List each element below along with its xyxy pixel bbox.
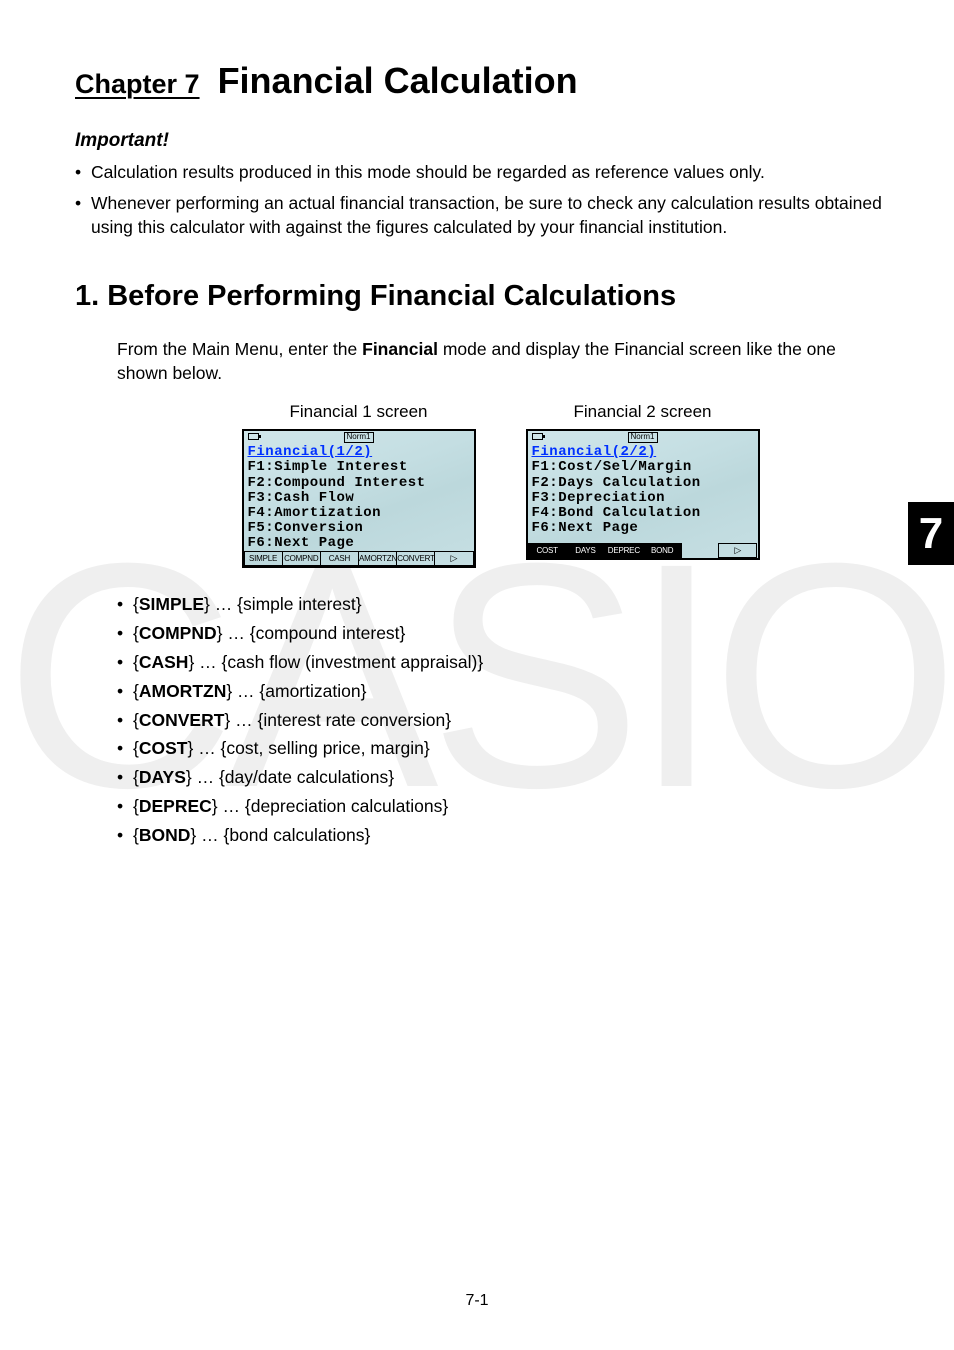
- section-heading: 1. Before Performing Financial Calculati…: [75, 280, 884, 313]
- lcd-line: F6:Next Page: [248, 536, 470, 551]
- list-item: Whenever performing an actual financial …: [75, 191, 884, 240]
- list-item: {AMORTZN} … {amortization}: [117, 677, 884, 706]
- fkey-tab: DAYS: [566, 543, 605, 558]
- fkey-tab: DEPREC: [604, 543, 643, 558]
- screen-caption: Financial 1 screen: [242, 400, 476, 424]
- lcd-line: F2:Days Calculation: [532, 476, 754, 491]
- list-item: {COMPND} … {compound interest}: [117, 619, 884, 648]
- lcd-screen-1: Norm1 Financial(1/2) F1:Simple Interest …: [242, 429, 476, 568]
- fkey-arrow-icon: ▷: [434, 551, 473, 566]
- lcd-status-bar: Norm1: [528, 431, 758, 445]
- lcd-line: F1:Simple Interest: [248, 460, 470, 475]
- lcd-body: Financial(1/2) F1:Simple Interest F2:Com…: [244, 445, 474, 551]
- chapter-title: Financial Calculation: [218, 60, 578, 101]
- battery-icon: [532, 433, 543, 440]
- lcd-title: Financial(1/2): [248, 445, 470, 460]
- lcd-line: F1:Cost/Sel/Margin: [532, 460, 754, 475]
- screen-caption: Financial 2 screen: [526, 400, 760, 424]
- chapter-label: Chapter 7: [75, 69, 200, 99]
- important-list: Calculation results produced in this mod…: [75, 160, 884, 240]
- norm-indicator: Norm1: [627, 432, 657, 443]
- chapter-side-tab: 7: [908, 502, 954, 565]
- screens-row: Financial 1 screen Norm1 Financial(1/2) …: [117, 400, 884, 569]
- page-number: 7-1: [0, 1292, 954, 1310]
- fkey-tab: AMORTZN: [358, 551, 397, 566]
- lcd-line: F4:Amortization: [248, 506, 470, 521]
- fkey-blank: [681, 543, 718, 558]
- fkey-tab: CONVERT: [396, 551, 435, 566]
- battery-icon: [248, 433, 259, 440]
- lcd-title: Financial(2/2): [532, 445, 754, 460]
- lcd-fkeys: SIMPLE COMPND CASH AMORTZN CONVERT ▷: [244, 551, 474, 566]
- page-content: Chapter 7 Financial Calculation Importan…: [0, 0, 954, 850]
- body-text: From the Main Menu, enter the Financial …: [75, 337, 884, 850]
- list-item: {CONVERT} … {interest rate conversion}: [117, 706, 884, 735]
- function-list: {SIMPLE} … {simple interest} {COMPND} … …: [117, 590, 884, 850]
- screen-block-right: Financial 2 screen Norm1 Financial(2/2) …: [526, 400, 760, 569]
- list-item: {BOND} … {bond calculations}: [117, 821, 884, 850]
- intro-paragraph: From the Main Menu, enter the Financial …: [117, 337, 884, 386]
- lcd-line: F5:Conversion: [248, 521, 470, 536]
- lcd-line: F2:Compound Interest: [248, 476, 470, 491]
- list-item: Calculation results produced in this mod…: [75, 160, 884, 185]
- list-item: {SIMPLE} … {simple interest}: [117, 590, 884, 619]
- important-heading: Important!: [75, 130, 884, 152]
- list-item: {DEPREC} … {depreciation calculations}: [117, 792, 884, 821]
- lcd-screen-2: Norm1 Financial(2/2) F1:Cost/Sel/Margin …: [526, 429, 760, 560]
- fkey-tab: SIMPLE: [244, 551, 283, 566]
- fkey-tab: CASH: [320, 551, 359, 566]
- list-item: {COST} … {cost, selling price, margin}: [117, 734, 884, 763]
- list-item: {DAYS} … {day/date calculations}: [117, 763, 884, 792]
- lcd-fkeys: COST DAYS DEPREC BOND ▷: [528, 543, 758, 558]
- norm-indicator: Norm1: [343, 432, 373, 443]
- fkey-tab: BOND: [642, 543, 681, 558]
- lcd-body: Financial(2/2) F1:Cost/Sel/Margin F2:Day…: [528, 445, 758, 543]
- lcd-line: F4:Bond Calculation: [532, 506, 754, 521]
- lcd-status-bar: Norm1: [244, 431, 474, 445]
- list-item: {CASH} … {cash flow (investment appraisa…: [117, 648, 884, 677]
- screen-block-left: Financial 1 screen Norm1 Financial(1/2) …: [242, 400, 476, 569]
- fkey-tab: COST: [528, 543, 567, 558]
- lcd-line: F3:Depreciation: [532, 491, 754, 506]
- chapter-heading: Chapter 7 Financial Calculation: [75, 60, 884, 102]
- fkey-arrow-icon: ▷: [718, 543, 757, 558]
- lcd-line: F3:Cash Flow: [248, 491, 470, 506]
- lcd-line: F6:Next Page: [532, 521, 754, 536]
- fkey-tab: COMPND: [282, 551, 321, 566]
